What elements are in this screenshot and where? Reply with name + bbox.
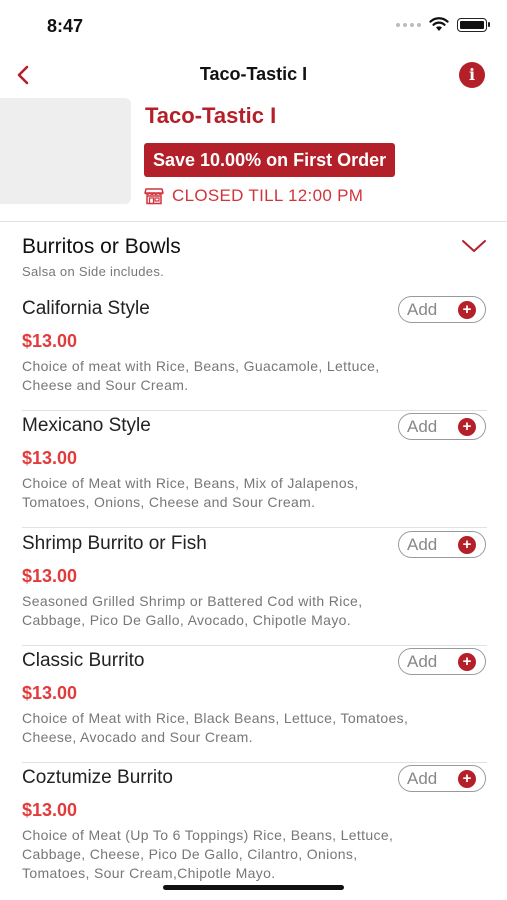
add-button[interactable]: Add + — [398, 531, 486, 558]
item-description: Choice of meat with Rice, Beans, Guacamo… — [22, 357, 492, 395]
add-button-label: Add — [407, 651, 438, 671]
add-button[interactable]: Add + — [398, 413, 486, 440]
add-button-label: Add — [407, 534, 438, 554]
menu-item[interactable]: Coztumize Burrito Add + $13.00 Choice of… — [0, 763, 507, 893]
category-subtitle: Salsa on Side includes. — [22, 264, 165, 279]
item-price: $13.00 — [22, 331, 78, 351]
menu-item[interactable]: Shrimp Burrito or Fish Add + $13.00 Seas… — [0, 529, 507, 646]
plus-icon: + — [458, 301, 476, 319]
plus-icon: + — [458, 536, 476, 554]
home-indicator[interactable] — [163, 885, 344, 890]
menu-item[interactable]: California Style Add + $13.00 Choice of … — [0, 294, 507, 411]
item-description-line: Cabbage, Cheese, Pico De Gallo, Cilantro… — [22, 846, 358, 862]
store-status-text: CLOSED TILL 12:00 PM — [172, 186, 364, 205]
add-button-label: Add — [407, 768, 438, 788]
store-image — [0, 98, 131, 204]
menu-item[interactable]: Classic Burrito Add + $13.00 Choice of M… — [0, 646, 507, 763]
item-description: Choice of Meat with Rice, Beans, Mix of … — [22, 474, 492, 512]
item-description: Seasoned Grilled Shrimp or Battered Cod … — [22, 592, 492, 630]
plus-icon: + — [458, 770, 476, 788]
item-description-line: Choice of meat with Rice, Beans, Guacamo… — [22, 358, 380, 374]
item-description-line: Cabbage, Pico De Gallo, Avocado, Chipotl… — [22, 612, 352, 628]
store-name: Taco-Tastic I — [145, 103, 277, 128]
nav-bar: Taco-Tastic I i — [0, 52, 507, 96]
add-button[interactable]: Add + — [398, 648, 486, 675]
item-description: Choice of Meat (Up To 6 Toppings) Rice, … — [22, 826, 492, 883]
add-button-label: Add — [407, 299, 438, 319]
item-description-line: Choice of Meat with Rice, Beans, Mix of … — [22, 475, 359, 491]
item-description-line: Choice of Meat with Rice, Black Beans, L… — [22, 710, 409, 726]
item-price: $13.00 — [22, 800, 78, 820]
item-description-line: Seasoned Grilled Shrimp or Battered Cod … — [22, 593, 363, 609]
item-description-line: Cheese, Avocado and Sour Cream. — [22, 729, 253, 745]
item-description: Choice of Meat with Rice, Black Beans, L… — [22, 709, 492, 747]
item-description-line: Tomatoes, Onions, Cheese and Sour Cream. — [22, 494, 316, 510]
item-name: Coztumize Burrito — [22, 767, 173, 788]
item-divider — [22, 527, 487, 528]
item-price: $13.00 — [22, 683, 78, 703]
item-price: $13.00 — [22, 448, 78, 468]
chevron-down-icon[interactable] — [461, 237, 487, 255]
wifi-icon — [429, 17, 449, 31]
storefront-icon — [144, 188, 164, 205]
item-name: Classic Burrito — [22, 650, 145, 671]
battery-icon — [457, 17, 490, 32]
item-name: California Style — [22, 298, 150, 319]
info-icon[interactable]: i — [459, 62, 485, 88]
item-description-line: Choice of Meat (Up To 6 Toppings) Rice, … — [22, 827, 394, 843]
plus-icon: + — [458, 418, 476, 436]
add-button[interactable]: Add + — [398, 765, 486, 792]
category-title: Burritos or Bowls — [22, 235, 181, 258]
store-header: Taco-Tastic I Save 10.00% on First Order… — [0, 96, 507, 220]
add-button[interactable]: Add + — [398, 296, 486, 323]
category-header[interactable]: Burritos or Bowls Salsa on Side includes… — [0, 222, 507, 284]
item-name: Mexicano Style — [22, 415, 151, 436]
promo-badge: Save 10.00% on First Order — [144, 143, 396, 177]
item-price: $13.00 — [22, 566, 78, 586]
cellular-signal-icon — [396, 22, 421, 27]
item-description-line: Cheese and Sour Cream. — [22, 377, 189, 393]
plus-icon: + — [458, 653, 476, 671]
status-icons — [396, 17, 490, 32]
item-name: Shrimp Burrito or Fish — [22, 533, 207, 554]
status-time: 8:47 — [47, 16, 84, 36]
item-description-line: Tomatoes, Sour Cream,Chipotle Mayo. — [22, 865, 276, 881]
menu-item[interactable]: Mexicano Style Add + $13.00 Choice of Me… — [0, 411, 507, 528]
store-status-row: CLOSED TILL 12:00 PM — [144, 186, 363, 206]
page-title: Taco-Tastic I — [199, 64, 308, 84]
status-bar: 8:47 — [0, 0, 507, 52]
add-button-label: Add — [407, 416, 438, 436]
